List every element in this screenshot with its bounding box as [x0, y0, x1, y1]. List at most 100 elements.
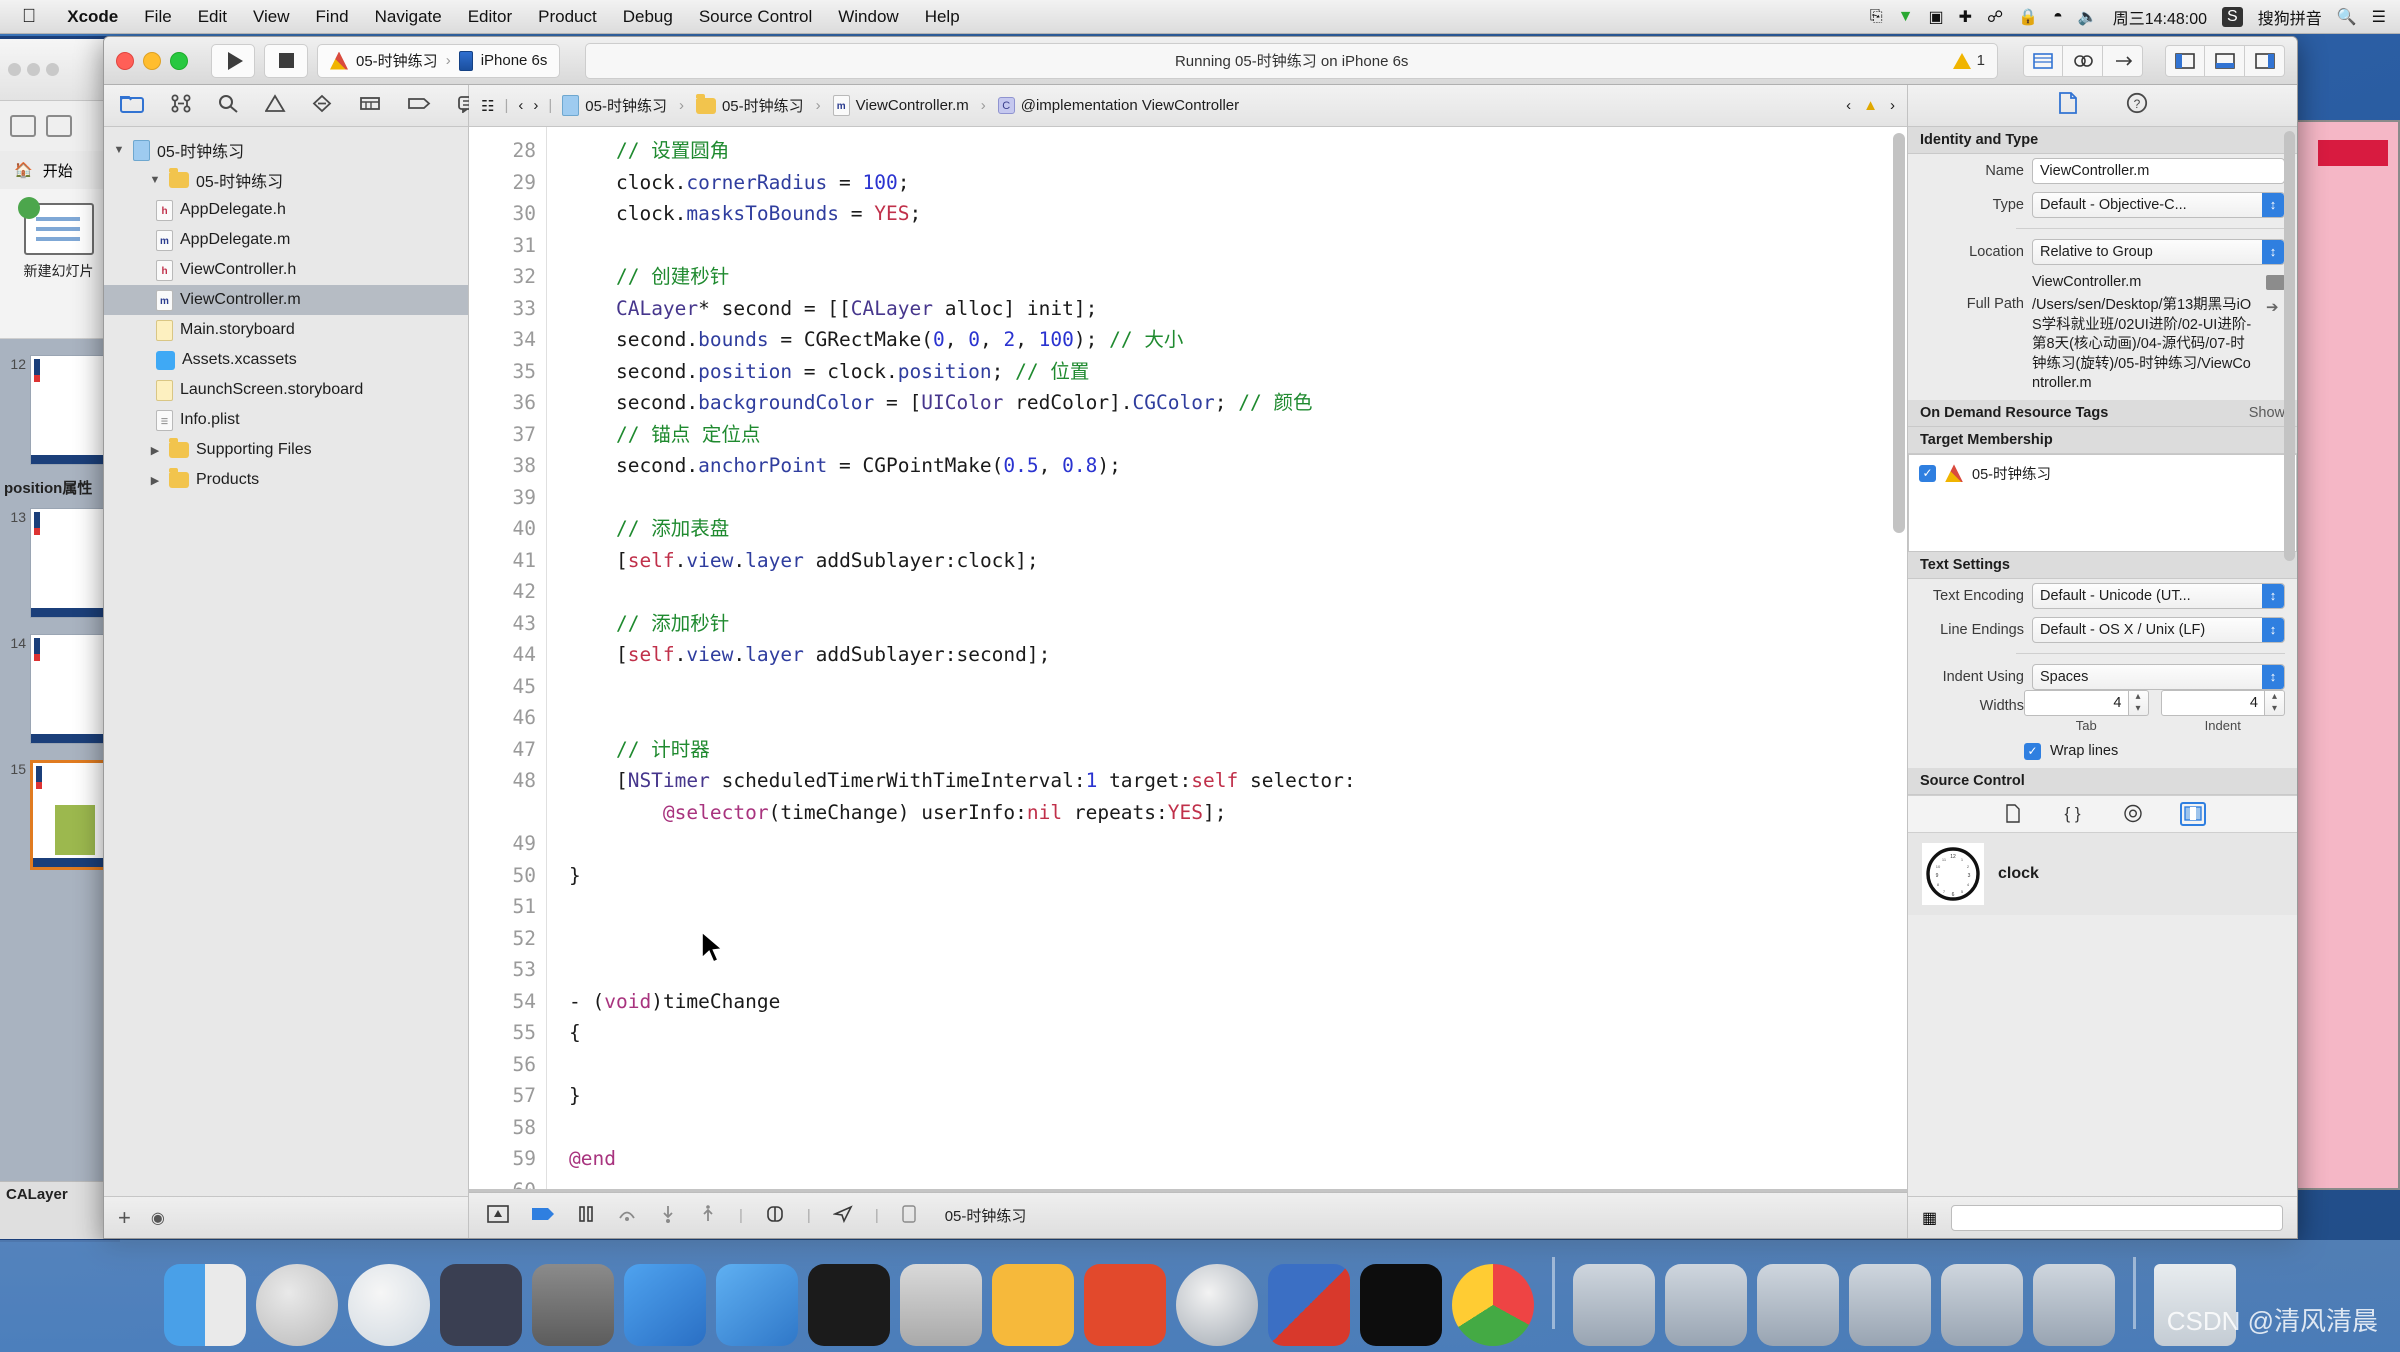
disclosure-triangle-icon[interactable]: ▼: [112, 144, 126, 156]
ppt-zoom-button[interactable]: [46, 63, 59, 76]
assistant-editor-icon[interactable]: [2063, 44, 2103, 77]
code-line[interactable]: second.bounds = CGRectMake(0, 0, 2, 100)…: [569, 324, 1907, 356]
media-item[interactable]: 12 3 6 9 1 2 4 5 7 8 10 11 clock: [1908, 833, 2297, 915]
menu-view[interactable]: View: [240, 0, 303, 34]
show-debug-area-icon[interactable]: [487, 1204, 509, 1227]
powerpoint-window[interactable]: 🏠 开始 新建幻灯片 12 position属性 13 14 15 CALaye…: [0, 36, 120, 1242]
dropbox-icon[interactable]: ✚: [1959, 7, 1972, 27]
toggle-inspector-icon[interactable]: [2245, 44, 2285, 77]
tree-item-products[interactable]: ▶ Products: [104, 465, 468, 495]
minimize-button[interactable]: [143, 51, 161, 70]
dock-item-sync-app[interactable]: [1268, 1264, 1350, 1346]
menu-window[interactable]: Window: [825, 0, 911, 34]
code-line[interactable]: [self.view.layer addSublayer:clock];: [569, 545, 1907, 577]
line-endings-popup[interactable]: Default - OS X / Unix (LF): [2032, 616, 2285, 643]
code-line[interactable]: // 计时器: [569, 734, 1907, 766]
code-line[interactable]: // 设置圆角: [569, 135, 1907, 167]
disclosure-triangle-icon[interactable]: ▼: [148, 174, 162, 186]
ppt-slide-item[interactable]: 12: [0, 347, 117, 473]
wrap-lines-checkbox[interactable]: ✓: [2024, 742, 2041, 760]
close-button[interactable]: [116, 51, 134, 70]
menu-xcode[interactable]: Xcode: [54, 0, 131, 34]
toggle-debug-area-icon[interactable]: [2205, 44, 2245, 77]
file-inspector-icon[interactable]: [2058, 92, 2078, 119]
related-items-icon[interactable]: ☷: [481, 97, 494, 115]
code-line[interactable]: CALayer* second = [[CALayer alloc] init]…: [569, 293, 1907, 325]
tree-item-appdelegate-h[interactable]: h AppDelegate.h: [104, 195, 468, 225]
code-line[interactable]: @selector(timeChange) userInfo:nil repea…: [569, 797, 1907, 829]
editor-scrollbar[interactable]: [1893, 133, 1905, 533]
dock-item-window-3[interactable]: [1757, 1264, 1839, 1346]
code-line[interactable]: [569, 1175, 1907, 1190]
input-method-label[interactable]: 搜狗拼音: [2258, 5, 2322, 29]
code-line[interactable]: [569, 1112, 1907, 1144]
navigate-forward-button[interactable]: ›: [533, 97, 538, 114]
screenrecord-icon[interactable]: ▣: [1929, 7, 1944, 27]
dock-item-finder[interactable]: [164, 1264, 246, 1346]
dock-item-window-6[interactable]: [2033, 1264, 2115, 1346]
code-line[interactable]: [NSTimer scheduledTimerWithTimeInterval:…: [569, 765, 1907, 797]
filter-icon[interactable]: ◉: [151, 1208, 165, 1228]
breakpoint-icon[interactable]: [531, 1205, 555, 1227]
tree-item-main-storyboard[interactable]: Main.storyboard: [104, 315, 468, 345]
file-template-icon[interactable]: [2000, 802, 2026, 826]
location-popup[interactable]: Relative to Group: [2032, 239, 2285, 265]
code-content[interactable]: // 设置圆角 clock.cornerRadius = 100; clock.…: [547, 127, 1907, 1189]
dock-item-launchpad[interactable]: [256, 1264, 338, 1346]
xcode-window[interactable]: 05-时钟练习 › iPhone 6s Running 05-时钟练习 on i…: [103, 36, 2298, 1239]
code-line[interactable]: - (void)timeChange: [569, 986, 1907, 1018]
target-checkbox[interactable]: ✓: [1919, 464, 1936, 482]
tree-item-appdelegate-m[interactable]: m AppDelegate.m: [104, 225, 468, 255]
debug-icon[interactable]: [359, 94, 381, 118]
menu-find[interactable]: Find: [303, 0, 362, 34]
choose-folder-icon[interactable]: [2266, 275, 2285, 290]
bluetooth-icon[interactable]: ☍: [1987, 7, 2003, 27]
ppt-tab-home[interactable]: 开始: [43, 160, 73, 181]
tree-item-group[interactable]: ▼ 05-时钟练习: [104, 165, 468, 195]
menu-product[interactable]: Product: [525, 0, 610, 34]
indent-width-control[interactable]: 4 ▴ ▾: [2160, 689, 2285, 716]
ppt-new-slide-button[interactable]: [17, 197, 94, 255]
code-line[interactable]: {: [569, 1017, 1907, 1049]
breadcrumb-project[interactable]: 05-时钟练习: [562, 95, 667, 116]
ppt-new-icon[interactable]: [10, 115, 36, 137]
dock-item-iterm[interactable]: [1360, 1264, 1442, 1346]
code-line[interactable]: // 锚点 定位点: [569, 419, 1907, 451]
media-library-icon[interactable]: [2179, 801, 2206, 826]
dock-item-quicktime[interactable]: [1176, 1264, 1258, 1346]
quick-help-icon[interactable]: ?: [2126, 92, 2148, 119]
dock-item-chrome[interactable]: [1452, 1264, 1534, 1346]
code-line[interactable]: [569, 891, 1907, 923]
breadcrumb-file[interactable]: m ViewController.m: [832, 95, 969, 116]
process-icon[interactable]: [901, 1204, 917, 1227]
code-text-area[interactable]: 28 29 30 31 32 33 34 35 36 37 38 39 40 41 42 43 44 45 46 47…: [469, 127, 1907, 1189]
pause-icon[interactable]: [577, 1205, 595, 1227]
download-icon[interactable]: ▼: [1898, 8, 1914, 26]
tree-item-viewcontroller-h[interactable]: h ViewController.h: [104, 255, 468, 285]
dock-item-window-1[interactable]: [1573, 1264, 1655, 1346]
menu-editor[interactable]: Editor: [455, 0, 525, 34]
airplay-icon[interactable]: ⎘: [1870, 8, 1883, 26]
type-popup[interactable]: Default - Objective-C...: [2032, 192, 2285, 218]
menu-debug[interactable]: Debug: [610, 0, 686, 34]
search-icon[interactable]: [218, 94, 239, 118]
view-hierarchy-icon[interactable]: [765, 1205, 785, 1227]
tree-item-project[interactable]: ▼ 05-时钟练习: [104, 135, 468, 165]
menu-file[interactable]: File: [131, 0, 184, 34]
dock-item-window-5[interactable]: [1941, 1264, 2023, 1346]
disclosure-triangle-icon[interactable]: ▶: [148, 444, 162, 457]
test-icon[interactable]: [312, 94, 333, 118]
dock-item-mouse-app[interactable]: [440, 1264, 522, 1346]
code-line[interactable]: }: [569, 860, 1907, 892]
encoding-popup[interactable]: Default - Unicode (UT...: [2032, 582, 2285, 609]
indent-popup[interactable]: Spaces: [2032, 663, 2285, 690]
dock-item-simulator[interactable]: [716, 1264, 798, 1346]
code-line[interactable]: clock.cornerRadius = 100;: [569, 167, 1907, 199]
tab-width-stepper[interactable]: ▴ ▾: [2128, 689, 2149, 716]
navigate-back-button[interactable]: ‹: [518, 97, 523, 114]
ppt-minimize-button[interactable]: [27, 63, 40, 76]
breadcrumb-symbol[interactable]: C @implementation ViewController: [997, 97, 1239, 114]
code-line[interactable]: [569, 576, 1907, 608]
standard-editor-icon[interactable]: [2023, 44, 2063, 77]
ppt-home-icon[interactable]: 🏠: [14, 161, 33, 179]
